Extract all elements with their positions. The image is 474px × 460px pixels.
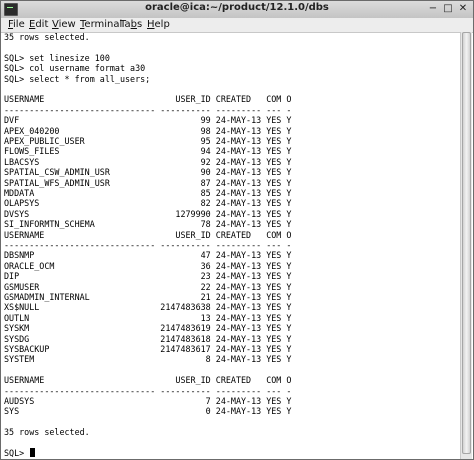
terminal-line: SQL> xyxy=(4,448,36,458)
terminal-line: LBACSYS 92 24-MAY-13 YES Y xyxy=(4,156,292,167)
title-bar[interactable]: oracle@ica:~/product/12.1.0/dbs − □ ✕ xyxy=(1,1,473,19)
terminal-line: FLOWS_FILES 94 24-MAY-13 YES Y xyxy=(4,146,292,157)
terminal-line: USERNAME USER_ID CREATED COM O xyxy=(4,94,292,105)
menu-edit[interactable]: Edit xyxy=(29,18,48,32)
terminal-line: SPATIAL_WFS_ADMIN_USR 87 24-MAY-13 YES Y xyxy=(4,177,292,188)
menu-view[interactable]: View xyxy=(52,18,76,32)
menu-help[interactable]: Help xyxy=(147,18,170,32)
terminal-line: APEX_040200 98 24-MAY-13 YES Y xyxy=(4,125,292,136)
terminal-line: SQL> col username format a30 xyxy=(4,63,146,74)
terminal-line: SYSDG 2147483618 24-MAY-13 YES Y xyxy=(4,333,292,344)
terminal-line: USERNAME USER_ID CREATED COM O xyxy=(4,375,292,386)
terminal-line: ------------------------------ ---------… xyxy=(4,240,292,250)
maximize-button[interactable]: □ xyxy=(442,3,454,15)
terminal-line: ORACLE_OCM 36 24-MAY-13 YES Y xyxy=(4,260,292,271)
terminal-line: 35 rows selected. xyxy=(4,32,90,42)
terminal-line: ------------------------------ ---------… xyxy=(4,104,292,115)
vertical-scrollbar[interactable] xyxy=(460,32,472,459)
terminal-line: APEX_PUBLIC_USER 95 24-MAY-13 YES Y xyxy=(4,136,292,146)
terminal-cursor xyxy=(30,448,36,457)
terminal-line: OLAPSYS 82 24-MAY-13 YES Y xyxy=(4,198,292,209)
terminal-line: SPATIAL_CSW_ADMIN_USR 90 24-MAY-13 YES Y xyxy=(4,167,292,178)
menu-file[interactable]: File xyxy=(8,18,25,32)
menu-bar: File Edit View Terminal Tabs Help xyxy=(1,18,473,33)
terminal-line: SYSTEM 8 24-MAY-13 YES Y xyxy=(4,354,292,365)
terminal-line: DIP 23 24-MAY-13 YES Y xyxy=(4,271,292,282)
menu-terminal[interactable]: Terminal xyxy=(80,18,122,32)
terminal-line: SYSBACKUP 2147483617 24-MAY-13 YES Y xyxy=(4,344,292,354)
terminal-line: SYS 0 24-MAY-13 YES Y xyxy=(4,406,292,417)
terminal-line: USERNAME USER_ID CREATED COM O xyxy=(4,229,292,240)
terminal-line: SI_INFORMTN_SCHEMA 78 24-MAY-13 YES Y xyxy=(4,219,292,230)
terminal-line: OUTLN 13 24-MAY-13 YES Y xyxy=(4,312,292,323)
scrollbar-thumb[interactable] xyxy=(462,32,471,454)
terminal-line: GSMUSER 22 24-MAY-13 YES Y xyxy=(4,281,292,292)
window-title: oracle@ica:~/product/12.1.0/dbs xyxy=(145,2,329,13)
terminal-window: oracle@ica:~/product/12.1.0/dbs − □ ✕ Fi… xyxy=(0,0,474,460)
menu-tabs[interactable]: Tabs xyxy=(120,18,142,32)
terminal-line: MDDATA 85 24-MAY-13 YES Y xyxy=(4,188,292,198)
terminal-line: SQL> set linesize 100 xyxy=(4,52,110,63)
close-button[interactable]: ✕ xyxy=(457,3,469,15)
terminal-line: DBSNMP 47 24-MAY-13 YES Y xyxy=(4,250,292,261)
terminal-output[interactable]: 35 rows selected. SQL> set linesize 100 SQ… xyxy=(4,32,459,458)
terminal-line: SYSKM 2147483619 24-MAY-13 YES Y xyxy=(4,323,292,334)
terminal-line: XS$NULL 2147483638 24-MAY-13 YES Y xyxy=(4,302,292,313)
terminal-line: DVF 99 24-MAY-13 YES Y xyxy=(4,115,292,126)
terminal-line: 35 rows selected. xyxy=(4,427,90,438)
terminal-line: DVSYS 1279990 24-MAY-13 YES Y xyxy=(4,208,292,219)
terminal-line: AUDSYS 7 24-MAY-13 YES Y xyxy=(4,396,292,406)
terminal-line: SQL> select * from all_users; xyxy=(4,73,151,84)
terminal-line: GSMADMIN_INTERNAL 21 24-MAY-13 YES Y xyxy=(4,292,292,302)
terminal-line: ------------------------------ ---------… xyxy=(4,385,292,396)
minimize-button[interactable]: − xyxy=(427,3,439,15)
